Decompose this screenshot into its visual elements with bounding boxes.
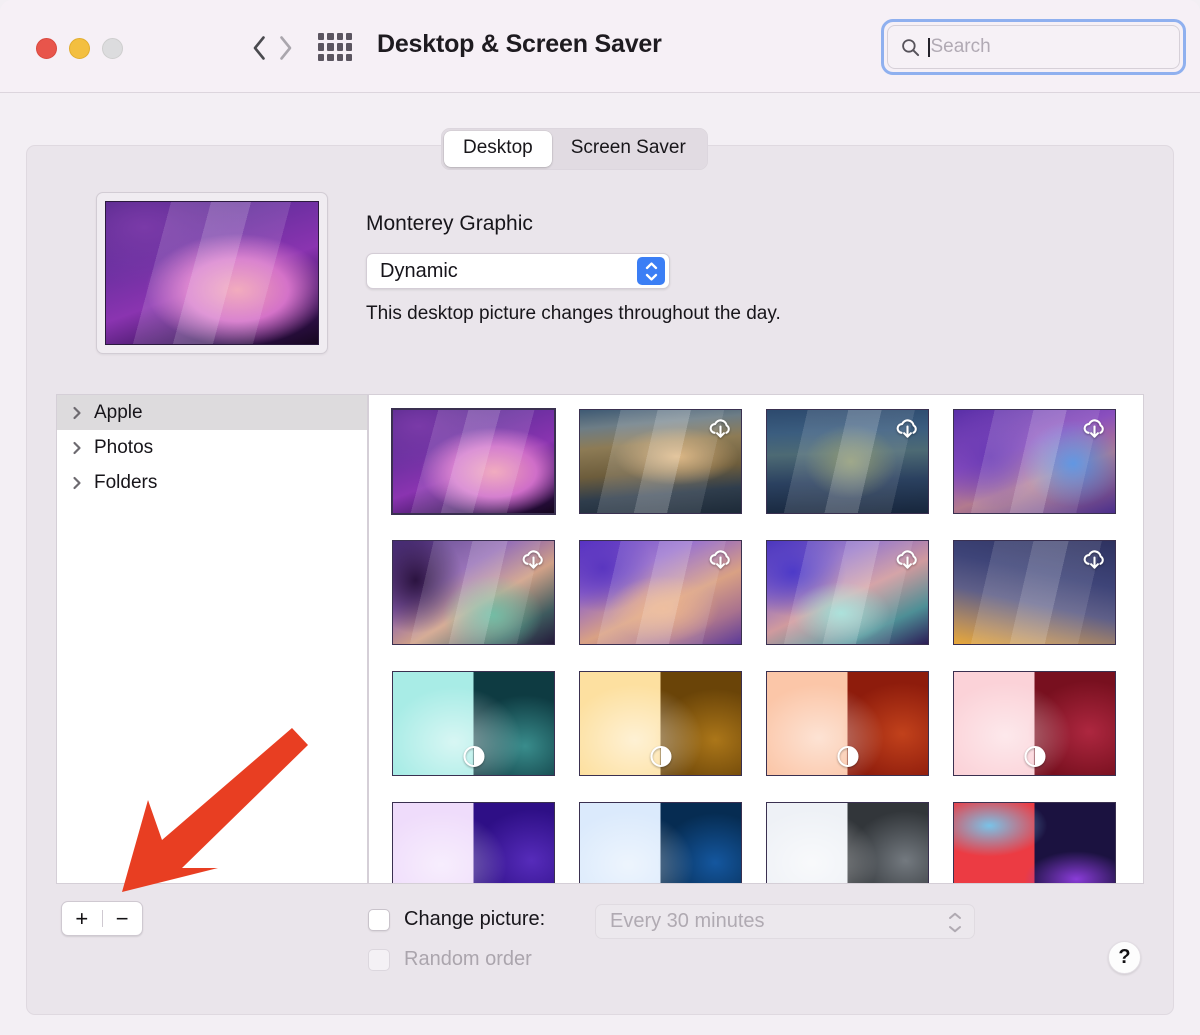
chevron-right-icon[interactable]: [69, 475, 85, 491]
search-input[interactable]: Search: [887, 25, 1180, 69]
wallpaper-source-list[interactable]: Apple Photos Folders: [56, 394, 368, 884]
cloud-download-icon[interactable]: [520, 547, 547, 574]
wallpaper-thumbnail-big-sur-waves-light-dark[interactable]: [953, 802, 1116, 884]
chevron-up-down-icon[interactable]: [637, 257, 665, 285]
wallpaper-thumbnail-imac-green-light-dark[interactable]: [392, 671, 555, 776]
tab-bar: Desktop Screen Saver: [441, 128, 708, 170]
cloud-download-icon[interactable]: [894, 547, 921, 574]
text-cursor: [928, 38, 930, 57]
minimize-window-button[interactable]: [69, 38, 90, 59]
sidebar-item-folders[interactable]: Folders: [57, 465, 367, 500]
chevron-right-icon[interactable]: [69, 405, 85, 421]
random-order-checkbox[interactable]: [368, 949, 390, 971]
cloud-download-icon[interactable]: [707, 416, 734, 443]
wallpaper-thumbnail-overlay: [767, 803, 928, 884]
cloud-download-icon[interactable]: [1081, 416, 1108, 443]
wallpaper-thumbnail-big-sur-graphic[interactable]: [579, 409, 742, 514]
current-wallpaper-preview[interactable]: [96, 192, 328, 354]
zoom-window-button[interactable]: [102, 38, 123, 59]
help-button[interactable]: ?: [1108, 941, 1141, 974]
search-placeholder: Search: [931, 36, 991, 58]
cloud-download-icon[interactable]: [1081, 547, 1108, 574]
change-interval-select[interactable]: Every 30 minutes: [595, 904, 975, 939]
wallpaper-thumbnail-imac-orange-light-dark[interactable]: [766, 671, 929, 776]
chevron-right-icon: [278, 35, 293, 61]
random-order-row: Random order: [368, 948, 532, 971]
light-dark-appearance-icon: [837, 746, 858, 767]
light-dark-appearance-icon: [1024, 746, 1045, 767]
wallpaper-thumbnail-imac-silver-light-dark[interactable]: [766, 802, 929, 884]
wallpaper-thumbnail-big-sur-canyon[interactable]: [392, 540, 555, 645]
change-picture-label: Change picture:: [404, 908, 545, 931]
wallpaper-style-select[interactable]: Dynamic: [366, 253, 670, 289]
current-picture-name: Monterey Graphic: [366, 212, 533, 236]
wallpaper-thumbnail-imac-purple-light-dark[interactable]: [392, 802, 555, 884]
tab-screen-saver[interactable]: Screen Saver: [552, 131, 705, 167]
wallpaper-thumbnail-imac-pink-light-dark[interactable]: [953, 671, 1116, 776]
light-dark-appearance-icon: [463, 746, 484, 767]
wallpaper-thumbnail-overlay: [954, 803, 1115, 884]
search-icon: [901, 38, 920, 57]
wallpaper-thumbnail-overlay: [393, 803, 554, 884]
cloud-download-icon[interactable]: [707, 547, 734, 574]
monterey-graphic-preview-image: [105, 201, 319, 345]
change-picture-checkbox[interactable]: [368, 909, 390, 931]
change-interval-value: Every 30 minutes: [596, 910, 765, 933]
add-folder-button[interactable]: +: [62, 902, 102, 935]
sidebar-item-apple[interactable]: Apple: [57, 395, 367, 430]
wallpaper-thumbnail-solar-gradients[interactable]: [953, 540, 1116, 645]
page-title: Desktop & Screen Saver: [377, 30, 662, 59]
wallpaper-thumbnail-big-sur-dunes[interactable]: [579, 540, 742, 645]
close-window-button[interactable]: [36, 38, 57, 59]
search-field-focus-ring: Search: [881, 19, 1186, 75]
chevron-right-icon[interactable]: [69, 440, 85, 456]
wallpaper-thumbnail-big-sur-mountains-1[interactable]: [953, 409, 1116, 514]
show-all-preferences-icon[interactable]: [316, 31, 354, 63]
light-dark-appearance-icon: [650, 746, 671, 767]
wallpaper-style-description: This desktop picture changes throughout …: [366, 303, 781, 325]
sidebar-item-photos[interactable]: Photos: [57, 430, 367, 465]
tab-desktop[interactable]: Desktop: [444, 131, 552, 167]
sidebar-item-label: Photos: [94, 437, 153, 459]
wallpaper-thumbnail-imac-yellow-light-dark[interactable]: [579, 671, 742, 776]
remove-folder-button[interactable]: −: [102, 902, 142, 935]
cloud-download-icon[interactable]: [894, 416, 921, 443]
system-preferences-window: Desktop & Screen Saver Search Desktop Sc…: [0, 0, 1200, 1035]
sidebar-item-label: Apple: [94, 402, 143, 424]
wallpaper-thumbnail-overlay: [580, 803, 741, 884]
wallpaper-thumbnail-catalina-graphic[interactable]: [766, 409, 929, 514]
add-remove-folder-segmented-control[interactable]: + −: [61, 901, 143, 936]
sidebar-item-label: Folders: [94, 472, 157, 494]
forward-button[interactable]: [264, 28, 306, 68]
wallpaper-thumbnail-big-sur-beach[interactable]: [766, 540, 929, 645]
wallpaper-style-value: Dynamic: [367, 260, 458, 283]
wallpaper-grid-items: [369, 395, 1143, 884]
wallpaper-thumbnail-imac-blue-light-dark[interactable]: [579, 802, 742, 884]
change-picture-row: Change picture:: [368, 908, 545, 931]
random-order-label: Random order: [404, 948, 532, 971]
wallpaper-grid[interactable]: [368, 394, 1144, 884]
wallpaper-thumbnail-monterey-graphic[interactable]: [392, 409, 555, 514]
window-titlebar: Desktop & Screen Saver Search: [0, 0, 1200, 93]
chevron-up-down-icon[interactable]: [948, 912, 962, 933]
